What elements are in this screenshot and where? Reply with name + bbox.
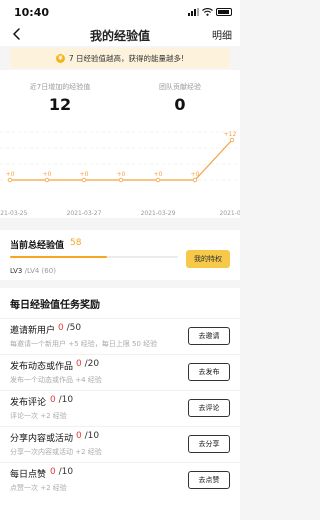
stat-recent7-label: 近7日增加的经验值	[29, 83, 91, 91]
task-progress: 0 /10	[76, 431, 99, 441]
task-progress: 0 /10	[50, 467, 73, 477]
chart-data-label: +0	[191, 171, 200, 178]
stat-team: 团队贡献经验 0	[120, 82, 240, 114]
task-item: 每日点赞 0 /10 点赞一次 +2 经验 去点赞	[0, 462, 240, 498]
stat-recent7-value: 12	[48, 95, 72, 114]
stat-team-label: 团队贡献经验	[159, 83, 201, 91]
task-name: 发布动态或作品	[10, 362, 74, 372]
chart-data-label: +12	[224, 131, 237, 138]
notice-banner: ¥ 7 日经验值越高，获得的能量越多!	[10, 48, 230, 68]
chart-x-tick-label: 2021-03	[219, 210, 240, 217]
chart-x-tick-label: 2021-03-29	[141, 210, 176, 217]
status-indicators	[188, 7, 232, 17]
chart-point	[81, 177, 87, 183]
total-label: 当前总经验值	[10, 241, 65, 251]
task-name: 分享内容或活动	[10, 434, 74, 444]
task-name: 邀请新用户	[10, 326, 56, 336]
chart-point	[229, 137, 235, 143]
chart-point	[44, 177, 50, 183]
task-progress-total: /10	[81, 431, 100, 441]
chart-svg: +0 +0 +0 +0 +0 +0 +12 2021-03-25 2021-03-27 2021-…	[0, 131, 240, 217]
chart-point	[118, 177, 124, 183]
chart-data-label: +0	[80, 171, 89, 178]
status-time: 10:40	[14, 6, 50, 19]
my-privilege-button[interactable]: 我的特权	[186, 250, 230, 268]
next-level: /LV4 (60)	[22, 267, 56, 275]
task-progress: 0 /50	[58, 323, 81, 333]
task-progress-total: /10	[55, 467, 74, 477]
task-item: 发布评论 0 /10 评论一次 +2 经验 去评论	[0, 390, 240, 426]
invite-button[interactable]: 去邀请	[188, 327, 230, 345]
signal-icon	[188, 8, 199, 16]
stat-recent7: 近7日增加的经验值 12	[0, 82, 120, 114]
chart-x-tick-label: 2021-03-25	[0, 210, 28, 217]
task-item: 邀请新用户 0 /50 每邀请一个新用户 +5 经验，每日上限 50 经验 去邀…	[0, 318, 240, 354]
total-experience-panel: 当前总经验值 58 LV3 /LV4 (60) 我的特权	[0, 230, 240, 280]
chart-point	[155, 177, 161, 183]
share-button[interactable]: 去分享	[188, 435, 230, 453]
battery-icon	[216, 8, 232, 16]
task-progress-total: /50	[63, 323, 82, 333]
notice-text: 7 日经验值越高，获得的能量越多!	[68, 53, 185, 63]
task-desc: 点赞一次 +2 经验	[10, 484, 67, 492]
chart-data-label: +0	[154, 171, 163, 178]
level-info: LV3 /LV4 (60)	[10, 267, 56, 275]
task-name: 每日点赞	[10, 470, 47, 480]
task-desc: 每邀请一个新用户 +5 经验，每日上限 50 经验	[10, 340, 158, 348]
task-item: 发布动态或作品 0 /20 发布一个动态或作品 +4 经验 去发布	[0, 354, 240, 390]
chart-data-label: +0	[117, 171, 126, 178]
total-value: 58	[70, 238, 82, 248]
task-progress-total: /10	[55, 395, 74, 405]
level-progress-fill	[10, 256, 108, 258]
coin-icon: ¥	[55, 53, 65, 63]
chart-data-label: +0	[43, 171, 52, 178]
experience-chart: +0 +0 +0 +0 +0 +0 +12 2021-03-25 2021-03-27 2021-…	[0, 120, 240, 218]
nav-bar: 我的经验值 明细	[0, 24, 240, 46]
task-progress: 0 /10	[50, 395, 73, 405]
comment-button[interactable]: 去评论	[188, 399, 230, 417]
task-item: 分享内容或活动 0 /10 分享一次内容或活动 +2 经验 去分享	[0, 426, 240, 462]
detail-link[interactable]: 明细	[212, 27, 232, 42]
task-name: 发布评论	[10, 398, 47, 408]
stats-panel: 近7日增加的经验值 12 团队贡献经验 0	[0, 70, 240, 120]
chart-data-label: +0	[6, 171, 15, 178]
task-progress-total: /20	[81, 359, 100, 369]
task-progress: 0 /20	[76, 359, 99, 369]
like-button[interactable]: 去点赞	[188, 471, 230, 489]
chart-point	[7, 177, 13, 183]
chart-point	[192, 177, 198, 183]
task-desc: 评论一次 +2 经验	[10, 412, 67, 420]
current-level: LV3	[10, 267, 23, 275]
tasks-heading: 每日经验值任务奖励	[10, 300, 100, 311]
status-bar: 10:40	[0, 0, 240, 24]
wifi-icon	[202, 8, 213, 16]
page-title: 我的经验值	[89, 29, 150, 43]
stat-team-value: 0	[174, 95, 186, 114]
publish-button[interactable]: 去发布	[188, 363, 230, 381]
daily-tasks-section: 每日经验值任务奖励 邀请新用户 0 /50 每邀请一个新用户 +5 经验，每日上…	[0, 288, 240, 520]
chart-x-tick-label: 2021-03-27	[67, 210, 102, 217]
task-desc: 发布一个动态或作品 +4 经验	[10, 376, 102, 384]
level-progress-bar	[10, 256, 178, 258]
task-desc: 分享一次内容或活动 +2 经验	[10, 448, 102, 456]
